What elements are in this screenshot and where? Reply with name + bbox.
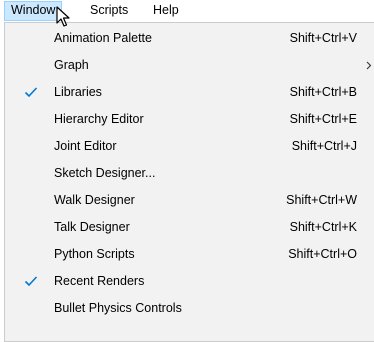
menu-item-label: Talk Designer	[54, 220, 130, 234]
menu-item-label: Recent Renders	[54, 274, 145, 288]
menu-item-recent-renders[interactable]: Recent Renders	[5, 268, 374, 295]
menu-item-bullet-physics-controls[interactable]: Bullet Physics Controls	[5, 295, 374, 322]
menu-item-walk-designer[interactable]: Walk Designer Shift+Ctrl+W	[5, 187, 374, 214]
menu-item-shortcut: Shift+Ctrl+K	[289, 220, 357, 234]
menu-item-shortcut: Shift+Ctrl+O	[288, 247, 357, 261]
checkmark-icon	[24, 87, 38, 98]
menu-item-sketch-designer[interactable]: Sketch Designer...	[5, 160, 374, 187]
window-dropdown-menu: Animation Palette Shift+Ctrl+V Graph Lib…	[4, 22, 374, 342]
menu-help[interactable]: Help	[147, 1, 185, 21]
menu-item-label: Joint Editor	[54, 139, 117, 153]
menu-item-shortcut: Shift+Ctrl+B	[289, 85, 357, 99]
checkmark-icon	[24, 276, 38, 287]
menu-item-hierarchy-editor[interactable]: Hierarchy Editor Shift+Ctrl+E	[5, 106, 374, 133]
menu-item-shortcut: Shift+Ctrl+E	[289, 112, 357, 126]
menu-item-label: Graph	[54, 58, 89, 72]
menu-window[interactable]: Window	[4, 1, 63, 21]
menu-item-shortcut: Shift+Ctrl+W	[286, 193, 357, 207]
menu-item-joint-editor[interactable]: Joint Editor Shift+Ctrl+J	[5, 133, 374, 160]
menu-item-label: Walk Designer	[54, 193, 135, 207]
menu-item-label: Animation Palette	[54, 31, 152, 45]
menu-item-python-scripts[interactable]: Python Scripts Shift+Ctrl+O	[5, 241, 374, 268]
menu-item-label: Sketch Designer...	[54, 166, 156, 180]
menu-item-libraries[interactable]: Libraries Shift+Ctrl+B	[5, 79, 374, 106]
menu-scripts[interactable]: Scripts	[84, 1, 134, 21]
menu-item-animation-palette[interactable]: Animation Palette Shift+Ctrl+V	[5, 25, 374, 52]
menu-item-label: Python Scripts	[54, 247, 135, 261]
menu-item-talk-designer[interactable]: Talk Designer Shift+Ctrl+K	[5, 214, 374, 241]
menu-item-label: Bullet Physics Controls	[54, 301, 182, 315]
menu-item-label: Libraries	[54, 85, 102, 99]
mouse-pointer-icon	[56, 6, 70, 27]
menu-item-label: Hierarchy Editor	[54, 112, 144, 126]
menu-item-graph[interactable]: Graph	[5, 52, 374, 79]
menu-item-shortcut: Shift+Ctrl+V	[289, 31, 357, 45]
chevron-right-icon	[366, 61, 372, 70]
menu-item-shortcut: Shift+Ctrl+J	[291, 139, 357, 153]
